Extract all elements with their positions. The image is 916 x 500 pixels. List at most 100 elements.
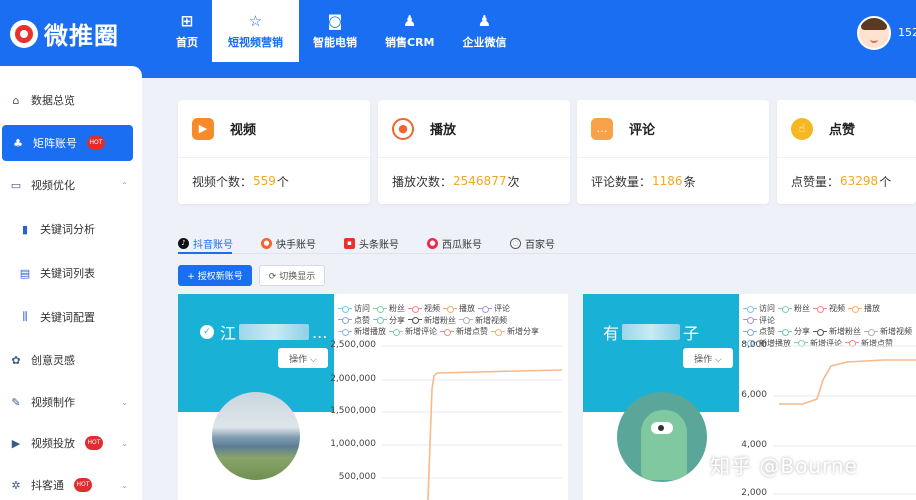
- sidebar-item-label: 抖客通: [31, 479, 64, 492]
- chevron-up-icon: ⌃: [121, 180, 128, 190]
- sidebar-item-label: 矩阵账号: [33, 137, 77, 150]
- tab-douyin[interactable]: ♪ 抖音账号: [178, 236, 233, 251]
- sidebar-item-label: 关键词分析: [40, 223, 95, 236]
- monitor-icon: ▭: [10, 178, 22, 192]
- douyin-icon: ♪: [178, 237, 189, 249]
- sidebar-item-keyword-list[interactable]: ▤ 关键词列表: [0, 255, 142, 291]
- account-panel-1: ✓ 江 ... 操作 ⌵ 访问 粉丝 视频 播放 评论 点赞 分享 新增粉丝 新增视频 新增播…: [178, 294, 568, 500]
- sidebar-item-keyword-config[interactable]: ⫼ 关键词配置: [0, 299, 142, 335]
- grid-icon: ⊞: [180, 12, 194, 30]
- sidebar-item-video-optimization[interactable]: ▭ 视频优化 ⌃: [0, 167, 142, 203]
- sparkle-icon: ✲: [11, 478, 21, 492]
- tab-baijiahao[interactable]: ◌ 百家号: [510, 236, 555, 251]
- sliders-icon: ⫼: [22, 310, 28, 323]
- stat-label: 评论数量：: [591, 174, 652, 189]
- tab-label: 快手账号: [276, 239, 316, 251]
- baijia-icon: ◌: [510, 237, 521, 249]
- main-nav: ⊞ 首页 ☆ 短视频营销 ◙ 智能电销 ♟ 销售CRM ♟ 企业微信: [162, 0, 521, 62]
- stat-label: 播放次数：: [392, 174, 453, 189]
- nav-home[interactable]: ⊞ 首页: [162, 0, 212, 62]
- stat-card-plays: ● 播放 播放次数： 2546877 次: [378, 100, 570, 204]
- bar-chart-icon: ▮: [21, 222, 29, 236]
- sidebar-item-data-overview[interactable]: ⌂ 数据总览: [0, 82, 142, 118]
- y-tick-label: 8,000: [741, 340, 767, 350]
- sidebar-item-label: 关键词列表: [40, 267, 95, 280]
- stat-card-comments: … 评论 评论数量： 1186 条: [577, 100, 769, 204]
- tab-label: 百家号: [525, 239, 555, 251]
- y-tick-label: 500,000: [338, 472, 376, 482]
- nav-smart-telesales[interactable]: ◙ 智能电销: [299, 0, 371, 62]
- stat-value: 559: [253, 174, 276, 188]
- sidebar-item-label: 视频投放: [31, 437, 75, 450]
- sidebar-item-label: 数据总览: [31, 94, 75, 107]
- chevron-down-icon: ⌄: [121, 397, 128, 407]
- tab-xigua[interactable]: ● 西瓜账号: [427, 236, 482, 251]
- user-icon: ♟: [477, 12, 492, 30]
- tab-kuaishou[interactable]: ● 快手账号: [261, 236, 316, 251]
- nav-wecom[interactable]: ♟ 企业微信: [449, 0, 521, 62]
- stat-label: 视频个数：: [192, 174, 253, 189]
- platform-tabs: ♪ 抖音账号 ● 快手账号 ▪ 头条账号 ● 西瓜账号 ◌ 百家号: [178, 232, 583, 254]
- authorize-account-button[interactable]: + 授权新账号: [178, 265, 252, 286]
- watermark: 知乎 @Bourne: [710, 454, 858, 478]
- app-logo[interactable]: 微推圈: [10, 16, 119, 51]
- comment-icon: …: [591, 117, 613, 140]
- y-tick-label: 2,000,000: [330, 374, 376, 384]
- tab-toutiao[interactable]: ▪ 头条账号: [344, 236, 399, 251]
- play-icon: ▶: [11, 436, 21, 450]
- chevron-down-icon: ⌄: [121, 438, 128, 448]
- sidebar: ⌂ 数据总览 ♣ 矩阵账号 HOT ▭ 视频优化 ⌃ ▮ 关键词分析 ▤ 关键词…: [0, 66, 142, 500]
- sidebar-item-label: 视频优化: [31, 179, 75, 192]
- nav-short-video-marketing[interactable]: ☆ 短视频营销: [212, 0, 299, 62]
- sidebar-item-matrix-accounts[interactable]: ♣ 矩阵账号 HOT: [2, 125, 133, 161]
- sidebar-item-creative-inspiration[interactable]: ✿ 创意灵感: [0, 342, 142, 378]
- nav-label: 智能电销: [313, 36, 357, 49]
- star-icon: ☆: [248, 12, 263, 30]
- org-icon: ♣: [13, 136, 23, 150]
- stat-value: 2546877: [453, 174, 507, 188]
- sidebar-item-video-production[interactable]: ✎ 视频制作 ⌄: [0, 384, 142, 420]
- logo-icon: [10, 19, 38, 48]
- nav-sales-crm[interactable]: ♟ 销售CRM: [371, 0, 449, 62]
- hot-badge: HOT: [74, 478, 92, 492]
- sidebar-item-doukeitong[interactable]: ✲ 抖客通 HOT ⌄: [0, 467, 142, 500]
- robot-icon: ◙: [327, 12, 343, 30]
- y-tick-label: 4,000: [741, 440, 767, 450]
- tab-active-indicator: [178, 252, 232, 254]
- top-bar: 微推圈 ⊞ 首页 ☆ 短视频营销 ◙ 智能电销 ♟ 销售CRM ♟ 企业微信 1…: [0, 0, 916, 78]
- y-tick-label: 2,500,000: [330, 340, 376, 350]
- sidebar-item-keyword-analysis[interactable]: ▮ 关键词分析: [0, 211, 142, 247]
- hot-badge: HOT: [87, 136, 105, 150]
- stat-label: 点赞量：: [791, 174, 840, 189]
- user-avatar[interactable]: [857, 16, 891, 50]
- kuaishou-icon: ●: [261, 237, 272, 249]
- stat-value: 63298: [840, 174, 879, 188]
- like-icon: ☝: [791, 117, 813, 140]
- nav-label: 销售CRM: [385, 36, 435, 49]
- xigua-icon: ●: [427, 237, 438, 249]
- sidebar-item-label: 视频制作: [31, 396, 75, 409]
- nav-label: 企业微信: [462, 36, 507, 49]
- tab-divider: [178, 253, 916, 254]
- stat-card-videos: ▶ 视频 视频个数： 559 个: [178, 100, 370, 204]
- user-id: 152: [898, 26, 916, 39]
- hot-badge: HOT: [85, 436, 103, 450]
- stat-title: 点赞: [829, 123, 856, 138]
- stat-title: 视频: [230, 123, 257, 138]
- stat-card-likes: ☝ 点赞 点赞量： 63298 个: [777, 100, 916, 204]
- series-line: [779, 359, 916, 405]
- sidebar-item-video-delivery[interactable]: ▶ 视频投放 HOT ⌄: [0, 425, 142, 461]
- home-icon: ⌂: [12, 93, 20, 107]
- flower-icon: ✿: [11, 353, 21, 367]
- pencil-icon: ✎: [11, 395, 21, 409]
- toutiao-icon: ▪: [344, 237, 355, 249]
- switch-display-button[interactable]: ⟳ 切换显示: [259, 265, 325, 286]
- play-icon: ●: [392, 117, 414, 140]
- sidebar-item-label: 创意灵感: [31, 354, 75, 367]
- stat-title: 评论: [629, 123, 656, 138]
- stat-unit: 条: [683, 174, 696, 189]
- app-title: 微推圈: [44, 22, 119, 50]
- nav-label: 短视频营销: [228, 36, 283, 49]
- chevron-down-icon: ⌄: [121, 480, 128, 490]
- stat-unit: 次: [507, 174, 520, 189]
